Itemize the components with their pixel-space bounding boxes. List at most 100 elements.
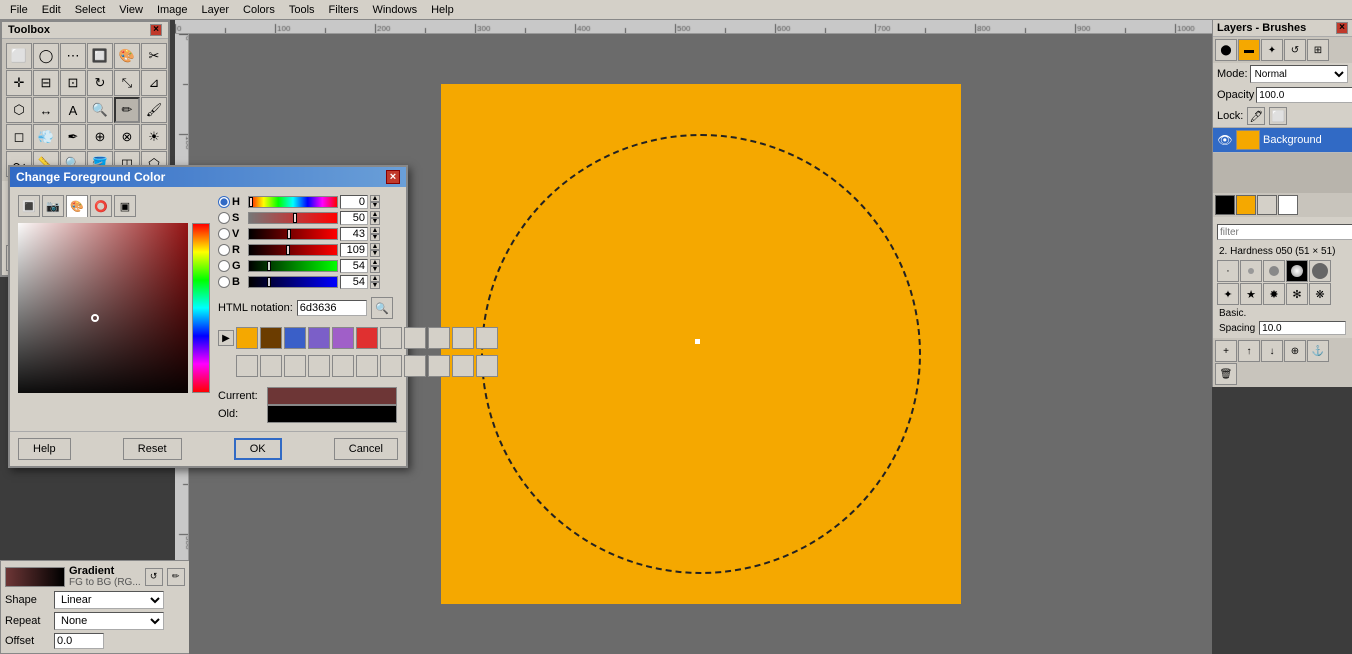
tool-align[interactable]: ⊟: [33, 70, 59, 96]
menu-tools[interactable]: Tools: [283, 3, 321, 17]
hue-vertical-strip[interactable]: [192, 223, 210, 393]
recent-swatch-15[interactable]: [308, 355, 330, 377]
help-button[interactable]: Help: [18, 438, 71, 460]
tool-pencil[interactable]: ✏: [114, 97, 140, 123]
swatch-gray[interactable]: [1257, 195, 1277, 215]
brush-item-splat[interactable]: ✸: [1263, 283, 1285, 305]
tool-ellipse-select[interactable]: ◯: [33, 43, 59, 69]
brush-item-md-circle[interactable]: [1263, 260, 1285, 282]
recent-swatch-2[interactable]: [260, 327, 282, 349]
tool-crop[interactable]: ⊡: [60, 70, 86, 96]
swatch-black[interactable]: [1215, 195, 1235, 215]
input-r[interactable]: [340, 243, 368, 257]
swatch-orange[interactable]: [1236, 195, 1256, 215]
menu-view[interactable]: View: [113, 3, 149, 17]
mode-select[interactable]: Normal Multiply Screen: [1250, 65, 1348, 83]
input-g[interactable]: [340, 259, 368, 273]
recent-swatch-18[interactable]: [380, 355, 402, 377]
brush-item-splat3[interactable]: ❋: [1309, 283, 1331, 305]
arrow-v-up[interactable]: ▲: [370, 227, 380, 234]
radio-g[interactable]: [218, 260, 230, 272]
layers-tb-icon3[interactable]: ✦: [1261, 39, 1283, 61]
tool-rect-select[interactable]: ⬜: [6, 43, 32, 69]
recent-swatch-10[interactable]: [452, 327, 474, 349]
menu-colors[interactable]: Colors: [237, 3, 281, 17]
input-h[interactable]: [340, 195, 368, 209]
input-s[interactable]: [340, 211, 368, 225]
menu-layer[interactable]: Layer: [196, 3, 236, 17]
dialog-title-bar[interactable]: Change Foreground Color ×: [10, 167, 406, 187]
menu-help[interactable]: Help: [425, 3, 460, 17]
arrow-v-down[interactable]: ▼: [370, 234, 380, 241]
slider-track-v[interactable]: [248, 228, 338, 240]
layers-tb-expand[interactable]: ⊞: [1307, 39, 1329, 61]
arrow-h-up[interactable]: ▲: [370, 195, 380, 202]
opacity-input[interactable]: [1256, 87, 1352, 103]
recent-swatch-7[interactable]: [380, 327, 402, 349]
tool-eraser[interactable]: ◻: [6, 124, 32, 150]
recent-swatch-21[interactable]: [452, 355, 474, 377]
arrow-b-down[interactable]: ▼: [370, 282, 380, 289]
shape-select[interactable]: Linear Radial: [54, 591, 164, 609]
layers-close-button[interactable]: ×: [1336, 22, 1348, 34]
recent-swatch-17[interactable]: [356, 355, 378, 377]
recent-swatch-19[interactable]: [404, 355, 426, 377]
tool-rotate[interactable]: ↻: [87, 70, 113, 96]
recent-swatch-3[interactable]: [284, 327, 306, 349]
cancel-button[interactable]: Cancel: [334, 438, 398, 460]
layers-tb-icon1[interactable]: ⬤: [1215, 39, 1237, 61]
html-pick-button[interactable]: 🔍: [371, 297, 393, 319]
radio-r[interactable]: [218, 244, 230, 256]
arrow-r-down[interactable]: ▼: [370, 250, 380, 257]
tool-scale[interactable]: ⤡: [114, 70, 140, 96]
brush-item-lg-circle[interactable]: [1309, 260, 1331, 282]
brush-item-splat2[interactable]: ✻: [1286, 283, 1308, 305]
picker-tab-5[interactable]: ▣: [114, 195, 136, 217]
tool-paintbrush[interactable]: 🖌: [141, 97, 167, 123]
slider-track-b[interactable]: [248, 276, 338, 288]
picker-tab-2[interactable]: 📷: [42, 195, 64, 217]
tool-shear[interactable]: ⊿: [141, 70, 167, 96]
slider-track-r[interactable]: [248, 244, 338, 256]
raise-layer-btn[interactable]: ↑: [1238, 340, 1260, 362]
duplicate-layer-btn[interactable]: ⊕: [1284, 340, 1306, 362]
input-b[interactable]: [340, 275, 368, 289]
tool-ink[interactable]: ✒: [60, 124, 86, 150]
recent-swatch-5[interactable]: [332, 327, 354, 349]
tool-perspective[interactable]: ⬡: [6, 97, 32, 123]
ok-button[interactable]: OK: [234, 438, 282, 460]
recent-swatch-22[interactable]: [476, 355, 498, 377]
recent-swatch-6[interactable]: [356, 327, 378, 349]
arrow-h-down[interactable]: ▼: [370, 202, 380, 209]
reset-button[interactable]: Reset: [123, 438, 182, 460]
arrow-b-up[interactable]: ▲: [370, 275, 380, 282]
recent-swatch-14[interactable]: [284, 355, 306, 377]
menu-edit[interactable]: Edit: [36, 3, 67, 17]
menu-select[interactable]: Select: [69, 3, 112, 17]
dialog-close-button[interactable]: ×: [386, 170, 400, 184]
toolbox-close-button[interactable]: ×: [150, 24, 162, 36]
swatch-white[interactable]: [1278, 195, 1298, 215]
arrow-r-up[interactable]: ▲: [370, 243, 380, 250]
layer-visibility-icon[interactable]: 👁: [1217, 132, 1233, 148]
brush-item-star2[interactable]: ★: [1240, 283, 1262, 305]
tool-select-by-color[interactable]: 🎨: [114, 43, 140, 69]
picker-tab-4[interactable]: ⭕: [90, 195, 112, 217]
recent-swatch-13[interactable]: [260, 355, 282, 377]
offset-input[interactable]: [54, 633, 104, 649]
menu-image[interactable]: Image: [151, 3, 194, 17]
play-colors-btn[interactable]: ▶: [218, 330, 234, 346]
picker-tab-3[interactable]: 🎨: [66, 195, 88, 217]
arrow-g-up[interactable]: ▲: [370, 259, 380, 266]
radio-h[interactable]: [218, 196, 230, 208]
lock-pixels-btn[interactable]: 🖊: [1247, 107, 1265, 125]
recent-swatch-8[interactable]: [404, 327, 426, 349]
gradient-reset-btn[interactable]: ↺: [145, 568, 163, 586]
recent-swatch-12[interactable]: [236, 355, 258, 377]
radio-v[interactable]: [218, 228, 230, 240]
tool-scissors[interactable]: ✂: [141, 43, 167, 69]
slider-track-s[interactable]: [248, 212, 338, 224]
menu-file[interactable]: File: [4, 3, 34, 17]
recent-swatch-4[interactable]: [308, 327, 330, 349]
anchor-layer-btn[interactable]: ⚓: [1307, 340, 1329, 362]
